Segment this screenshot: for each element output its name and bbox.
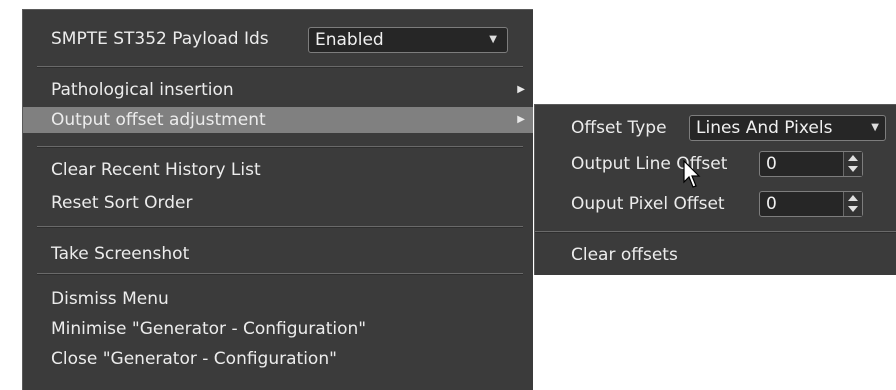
menu-item-minimise[interactable]: Minimise "Generator - Configuration" — [23, 316, 533, 342]
payload-ids-label: SMPTE ST352 Payload Ids — [51, 29, 269, 49]
menu-item-label: Pathological insertion — [51, 80, 234, 100]
spin-buttons[interactable] — [843, 192, 862, 216]
pixel-offset-value: 0 — [766, 194, 777, 214]
menu-item-label: Output offset adjustment — [51, 110, 266, 130]
submenu-arrow-icon: ▶ — [517, 84, 525, 95]
mouse-pointer-icon — [683, 160, 701, 188]
menu-separator — [37, 226, 523, 228]
offset-type-value: Lines And Pixels — [696, 118, 833, 138]
menu-item-label: Clear Recent History List — [51, 160, 261, 180]
menu-separator — [37, 66, 523, 68]
menu-separator — [37, 146, 523, 148]
menu-item-label: Reset Sort Order — [51, 193, 193, 213]
menu-item-close[interactable]: Close "Generator - Configuration" — [23, 346, 533, 372]
line-offset-spinbox[interactable]: 0 — [759, 151, 863, 177]
payload-ids-value: Enabled — [315, 30, 384, 50]
spin-down-icon[interactable] — [848, 206, 858, 212]
menu-item-dismiss-menu[interactable]: Dismiss Menu — [23, 286, 533, 312]
submenu-arrow-icon: ▶ — [517, 114, 525, 125]
payload-ids-select[interactable]: Enabled ▼ — [308, 27, 508, 53]
pixel-offset-spinbox[interactable]: 0 — [759, 191, 863, 217]
pixel-offset-label: Ouput Pixel Offset — [571, 194, 725, 214]
clear-offsets-label: Clear offsets — [571, 245, 678, 265]
menu-item-clear-offsets[interactable]: Clear offsets — [535, 242, 896, 268]
menu-separator — [37, 273, 523, 275]
context-menu: SMPTE ST352 Payload Ids Enabled ▼ Pathol… — [22, 9, 533, 390]
chevron-down-icon: ▼ — [871, 122, 879, 133]
menu-item-clear-recent-history[interactable]: Clear Recent History List — [23, 157, 533, 183]
offset-type-label: Offset Type — [571, 118, 667, 138]
line-offset-label: Output Line Offset — [571, 154, 728, 174]
menu-item-take-screenshot[interactable]: Take Screenshot — [23, 241, 533, 267]
menu-item-pathological-insertion[interactable]: Pathological insertion ▶ — [23, 77, 533, 103]
menu-item-output-offset-adjustment[interactable]: Output offset adjustment ▶ — [23, 107, 533, 133]
menu-item-reset-sort-order[interactable]: Reset Sort Order — [23, 190, 533, 216]
spin-buttons[interactable] — [843, 152, 862, 176]
line-offset-value: 0 — [766, 154, 777, 174]
menu-item-label: Close "Generator - Configuration" — [51, 349, 337, 369]
offset-submenu: Offset Type Lines And Pixels ▼ Output Li… — [534, 104, 896, 275]
menu-separator — [535, 231, 896, 233]
spin-up-icon[interactable] — [848, 195, 858, 201]
menu-item-label: Minimise "Generator - Configuration" — [51, 319, 367, 339]
offset-type-select[interactable]: Lines And Pixels ▼ — [689, 115, 886, 141]
chevron-down-icon: ▼ — [489, 34, 497, 45]
spin-down-icon[interactable] — [848, 166, 858, 172]
menu-item-label: Dismiss Menu — [51, 289, 169, 309]
spin-up-icon[interactable] — [848, 155, 858, 161]
menu-item-label: Take Screenshot — [51, 244, 190, 264]
